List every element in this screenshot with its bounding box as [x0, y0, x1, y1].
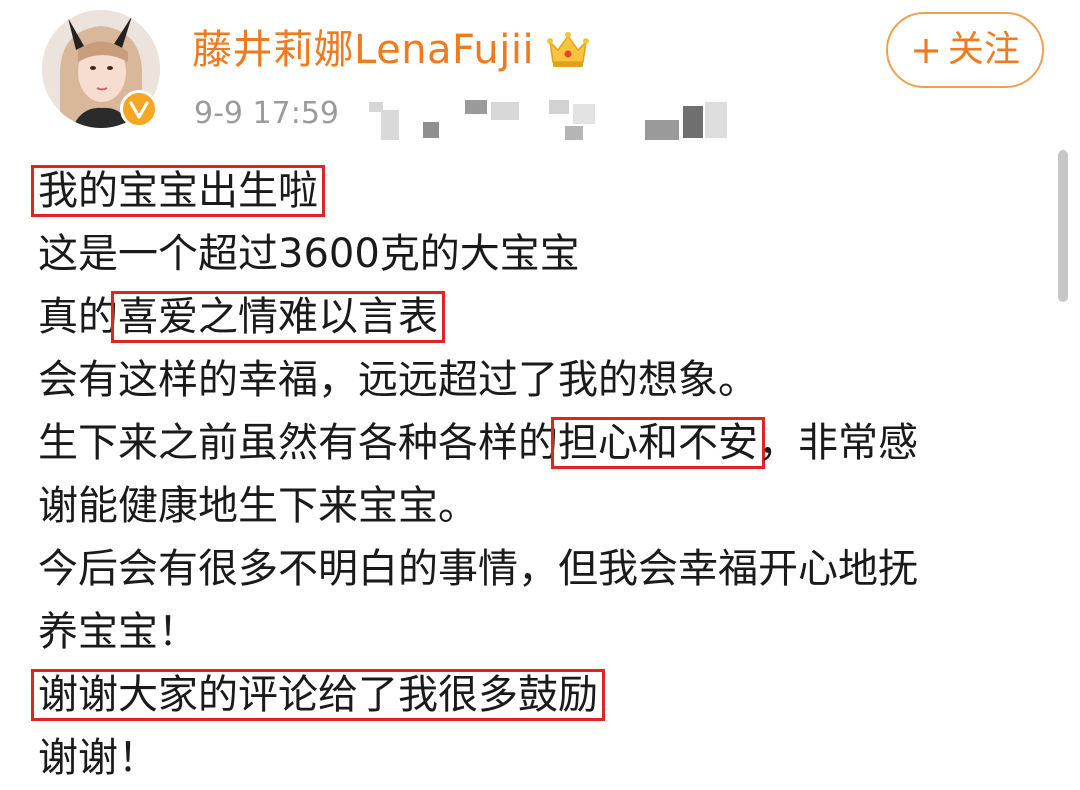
post-text: 生下来之前虽然有各种各样的 — [38, 420, 558, 466]
username[interactable]: 藤井莉娜LenaFujii — [192, 22, 534, 78]
post-line: 这是一个超过3600克的大宝宝 — [38, 223, 1048, 286]
scrollbar-thumb[interactable] — [1058, 150, 1068, 302]
follow-plus-icon: + — [910, 28, 942, 72]
post-text: 真的 — [38, 294, 118, 340]
highlighted-text: 谢谢大家的评论给了我很多鼓励 — [31, 669, 605, 721]
post-text: ，非常感 — [758, 420, 918, 466]
post-text: 这是一个超过3600克的大宝宝 — [38, 231, 580, 277]
highlighted-text: 担心和不安 — [551, 417, 765, 469]
follow-label: 关注 — [947, 29, 1020, 70]
post-line: 我的宝宝出生啦 — [31, 160, 1048, 223]
post-line: 今后会有很多不明白的事情，但我会幸福开心地抚 — [38, 538, 1048, 601]
follow-button[interactable]: + 关注 — [886, 12, 1044, 88]
post-line: 生下来之前虽然有各种各样的担心和不安，非常感 — [38, 412, 1048, 475]
post-text: 养宝宝！ — [38, 609, 198, 655]
post-line: 谢谢大家的评论给了我很多鼓励 — [31, 664, 1048, 727]
post-line: 养宝宝！ — [38, 601, 1048, 664]
highlighted-text: 喜爱之情难以言表 — [111, 291, 445, 343]
highlighted-text: 我的宝宝出生啦 — [31, 165, 325, 217]
verified-badge-icon — [120, 90, 158, 128]
username-row: 藤井莉娜LenaFujii — [192, 22, 590, 78]
post-text: 会有这样的幸福，远远超过了我的想象。 — [38, 357, 758, 403]
blurred-source-text — [365, 96, 765, 148]
weibo-post: 藤井莉娜LenaFujii 9-9 17:59 + 关注 我的宝宝出生啦 这是一… — [0, 0, 1080, 789]
post-text: 谢谢！ — [38, 735, 158, 781]
post-line: 谢能健康地生下来宝宝。 — [38, 475, 1048, 538]
crown-icon[interactable] — [546, 30, 590, 70]
post-timestamp: 9-9 17:59 — [194, 96, 339, 131]
post-line: 谢谢！ — [38, 727, 1048, 790]
post-line: 真的喜爱之情难以言表 — [38, 286, 1048, 349]
post-line: 会有这样的幸福，远远超过了我的想象。 — [38, 349, 1048, 412]
post-text: 谢能健康地生下来宝宝。 — [38, 483, 478, 529]
post-text: 今后会有很多不明白的事情，但我会幸福开心地抚 — [38, 546, 918, 592]
post-content: 我的宝宝出生啦 这是一个超过3600克的大宝宝 真的喜爱之情难以言表 会有这样的… — [31, 160, 1048, 790]
